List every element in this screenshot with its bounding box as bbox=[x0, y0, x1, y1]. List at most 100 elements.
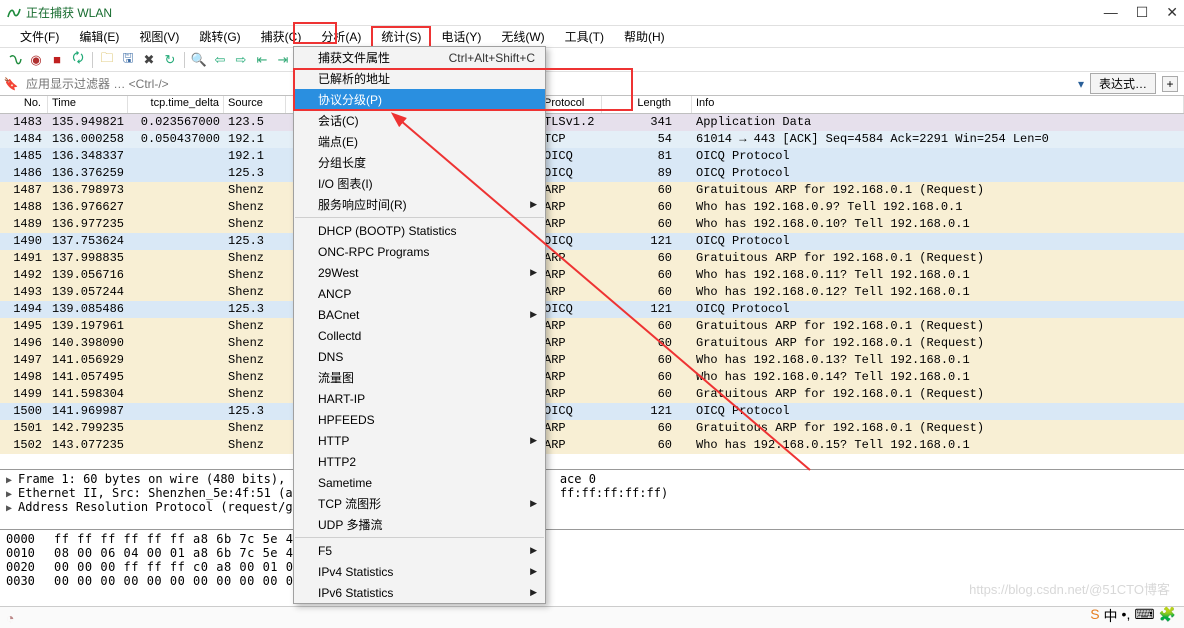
menu-dropdown-item[interactable]: DHCP (BOOTP) Statistics bbox=[294, 220, 545, 241]
goto-last-icon[interactable]: ⇥ bbox=[274, 51, 292, 69]
menu-dropdown-item[interactable]: Sametime bbox=[294, 472, 545, 493]
menu-item[interactable]: 统计(S) bbox=[371, 26, 431, 48]
detail-line: Frame 1: 60 bytes on wire (480 bits), 6 bbox=[18, 472, 300, 486]
packet-row[interactable]: 1499141.598304ShenzARP60Gratuitous ARP f… bbox=[0, 386, 1184, 403]
menu-dropdown-item[interactable]: 流量图 bbox=[294, 367, 545, 388]
col-header-delta[interactable]: tcp.time_delta bbox=[128, 96, 224, 113]
menu-dropdown-item[interactable]: BACnet▶ bbox=[294, 304, 545, 325]
packet-row[interactable]: 1493139.057244ShenzARP60Who has 192.168.… bbox=[0, 284, 1184, 301]
menu-dropdown-item[interactable]: IPv6 Statistics▶ bbox=[294, 582, 545, 603]
menu-dropdown-item[interactable]: I/O 图表(I) bbox=[294, 173, 545, 194]
packet-row[interactable]: 1491137.998835ShenzARP60Gratuitous ARP f… bbox=[0, 250, 1184, 267]
packet-details-pane[interactable]: Frame 1: 60 bytes on wire (480 bits), 6a… bbox=[0, 469, 1184, 529]
packet-list[interactable]: 1483135.9498210.023567000123.5TLSv1.2341… bbox=[0, 114, 1184, 469]
menu-item[interactable]: 跳转(G) bbox=[189, 26, 250, 47]
packet-row[interactable]: 1490137.753624125.3OICQ121OICQ Protocol bbox=[0, 233, 1184, 250]
add-filter-button[interactable]: + bbox=[1162, 76, 1178, 92]
packet-row[interactable]: 1484136.0002580.050437000192.1TCP5461014… bbox=[0, 131, 1184, 148]
close-file-icon[interactable]: ✖ bbox=[140, 51, 158, 69]
menu-dropdown-item[interactable]: 分组长度 bbox=[294, 152, 545, 173]
minimize-button[interactable]: — bbox=[1104, 4, 1118, 21]
packet-row[interactable]: 1489136.977235ShenzARP60Who has 192.168.… bbox=[0, 216, 1184, 233]
menu-dropdown-item[interactable]: 捕获文件属性Ctrl+Alt+Shift+C bbox=[294, 47, 545, 68]
detail-line: Address Resolution Protocol (request/gr bbox=[18, 500, 300, 514]
menu-item[interactable]: 电话(Y) bbox=[431, 26, 491, 47]
packet-row[interactable]: 1500141.969987125.3OICQ121OICQ Protocol bbox=[0, 403, 1184, 420]
menu-dropdown-item[interactable]: UDP 多播流 bbox=[294, 514, 545, 535]
menu-item[interactable]: 视图(V) bbox=[129, 26, 189, 47]
packet-row[interactable]: 1488136.976627ShenzARP60Who has 192.168.… bbox=[0, 199, 1184, 216]
hex-row: 002000 00 00 ff ff ff c0 a8 00 01 00 0 bbox=[6, 560, 1178, 574]
col-header-len[interactable]: Length bbox=[602, 96, 692, 113]
packet-row[interactable]: 1501142.799235ShenzARP60Gratuitous ARP f… bbox=[0, 420, 1184, 437]
menu-item[interactable]: 文件(F) bbox=[10, 26, 69, 47]
packet-row[interactable]: 1502143.077235ShenzARP60Who has 192.168.… bbox=[0, 437, 1184, 454]
close-button[interactable]: ✕ bbox=[1166, 4, 1178, 21]
statistics-menu-dropdown[interactable]: 捕获文件属性Ctrl+Alt+Shift+C已解析的地址协议分级(P)会话(C)… bbox=[293, 46, 546, 604]
packet-row[interactable]: 1496140.398090ShenzARP60Gratuitous ARP f… bbox=[0, 335, 1184, 352]
filter-bar: 🔖 ▾ 表达式… + bbox=[0, 72, 1184, 96]
menu-dropdown-item[interactable]: HTTP▶ bbox=[294, 430, 545, 451]
col-header-proto[interactable]: Protocol bbox=[540, 96, 602, 113]
menu-dropdown-item[interactable]: 服务响应时间(R)▶ bbox=[294, 194, 545, 215]
menu-dropdown-item[interactable]: ONC-RPC Programs bbox=[294, 241, 545, 262]
packet-row[interactable]: 1486136.376259125.3OICQ89OICQ Protocol bbox=[0, 165, 1184, 182]
maximize-button[interactable]: ☐ bbox=[1136, 4, 1149, 21]
title-bar: 正在捕获 WLAN — ☐ ✕ bbox=[0, 0, 1184, 26]
reload-icon[interactable]: ↻ bbox=[161, 51, 179, 69]
prev-icon[interactable]: ⇦ bbox=[211, 51, 229, 69]
start-capture-icon[interactable]: ◉ bbox=[27, 51, 45, 69]
goto-first-icon[interactable]: ⇤ bbox=[253, 51, 271, 69]
col-header-no[interactable]: No. bbox=[0, 96, 48, 113]
menu-dropdown-item[interactable]: HTTP2 bbox=[294, 451, 545, 472]
menu-dropdown-item[interactable]: TCP 流图形▶ bbox=[294, 493, 545, 514]
menu-dropdown-item[interactable]: 已解析的地址 bbox=[294, 68, 545, 89]
menu-item[interactable]: 分析(A) bbox=[311, 26, 371, 47]
menu-item[interactable]: 无线(W) bbox=[491, 26, 554, 47]
menu-dropdown-item[interactable]: 协议分级(P) bbox=[294, 89, 545, 110]
packet-row[interactable]: 1498141.057495ShenzARP60Who has 192.168.… bbox=[0, 369, 1184, 386]
ime-sym-icon: ⌨ bbox=[1134, 606, 1154, 626]
ime-zh-icon: 中 bbox=[1104, 606, 1118, 626]
menu-dropdown-item[interactable]: ANCP bbox=[294, 283, 545, 304]
packet-row[interactable]: 1494139.085486125.3OICQ121OICQ Protocol bbox=[0, 301, 1184, 318]
menu-item[interactable]: 工具(T) bbox=[555, 26, 614, 47]
menu-dropdown-item[interactable]: HART-IP bbox=[294, 388, 545, 409]
ready-icon: ◔ bbox=[6, 610, 14, 626]
menu-item[interactable]: 捕获(C) bbox=[251, 26, 312, 47]
packet-row[interactable]: 1487136.798973ShenzARP60Gratuitous ARP f… bbox=[0, 182, 1184, 199]
packet-row[interactable]: 1483135.9498210.023567000123.5TLSv1.2341… bbox=[0, 114, 1184, 131]
bookmark-filter-icon[interactable]: 🔖 bbox=[0, 73, 22, 95]
restart-capture-icon[interactable]: 🗘 bbox=[69, 51, 87, 69]
find-icon[interactable]: 🔍 bbox=[190, 51, 208, 69]
menu-dropdown-item[interactable]: HPFEEDS bbox=[294, 409, 545, 430]
menu-dropdown-item[interactable]: 会话(C) bbox=[294, 110, 545, 131]
packet-row[interactable]: 1492139.056716ShenzARP60Who has 192.168.… bbox=[0, 267, 1184, 284]
packet-row[interactable]: 1497141.056929ShenzARP60Who has 192.168.… bbox=[0, 352, 1184, 369]
wireshark-icon bbox=[6, 5, 22, 21]
hex-dump-pane[interactable]: 0000ff ff ff ff ff ff a8 6b 7c 5e 4f 5 00… bbox=[0, 529, 1184, 609]
next-icon[interactable]: ⇨ bbox=[232, 51, 250, 69]
menu-bar: 文件(F)编辑(E)视图(V)跳转(G)捕获(C)分析(A)统计(S)电话(Y)… bbox=[0, 26, 1184, 48]
hex-row: 0000ff ff ff ff ff ff a8 6b 7c 5e 4f 5 bbox=[6, 532, 1178, 546]
packet-row[interactable]: 1495139.197961ShenzARP60Gratuitous ARP f… bbox=[0, 318, 1184, 335]
save-icon[interactable]: 🖫 bbox=[119, 51, 137, 69]
menu-item[interactable]: 帮助(H) bbox=[614, 26, 675, 47]
menu-dropdown-item[interactable]: IPv4 Statistics▶ bbox=[294, 561, 545, 582]
display-filter-input[interactable] bbox=[22, 74, 1072, 94]
col-header-time[interactable]: Time bbox=[48, 96, 128, 113]
interfaces-icon[interactable] bbox=[6, 51, 24, 69]
menu-dropdown-item[interactable]: Collectd bbox=[294, 325, 545, 346]
open-file-icon[interactable]: 🗀 bbox=[98, 51, 116, 69]
stop-capture-icon[interactable]: ■ bbox=[48, 51, 66, 69]
col-header-info[interactable]: Info bbox=[692, 96, 1184, 113]
menu-item[interactable]: 编辑(E) bbox=[69, 26, 129, 47]
menu-dropdown-item[interactable]: F5▶ bbox=[294, 540, 545, 561]
col-header-src[interactable]: Source bbox=[224, 96, 286, 113]
menu-dropdown-item[interactable]: DNS bbox=[294, 346, 545, 367]
filter-dropdown-icon[interactable]: ▾ bbox=[1078, 77, 1084, 91]
expression-button[interactable]: 表达式… bbox=[1090, 73, 1156, 94]
packet-row[interactable]: 1485136.348337192.1OICQ81OICQ Protocol bbox=[0, 148, 1184, 165]
menu-dropdown-item[interactable]: 29West▶ bbox=[294, 262, 545, 283]
menu-dropdown-item[interactable]: 端点(E) bbox=[294, 131, 545, 152]
